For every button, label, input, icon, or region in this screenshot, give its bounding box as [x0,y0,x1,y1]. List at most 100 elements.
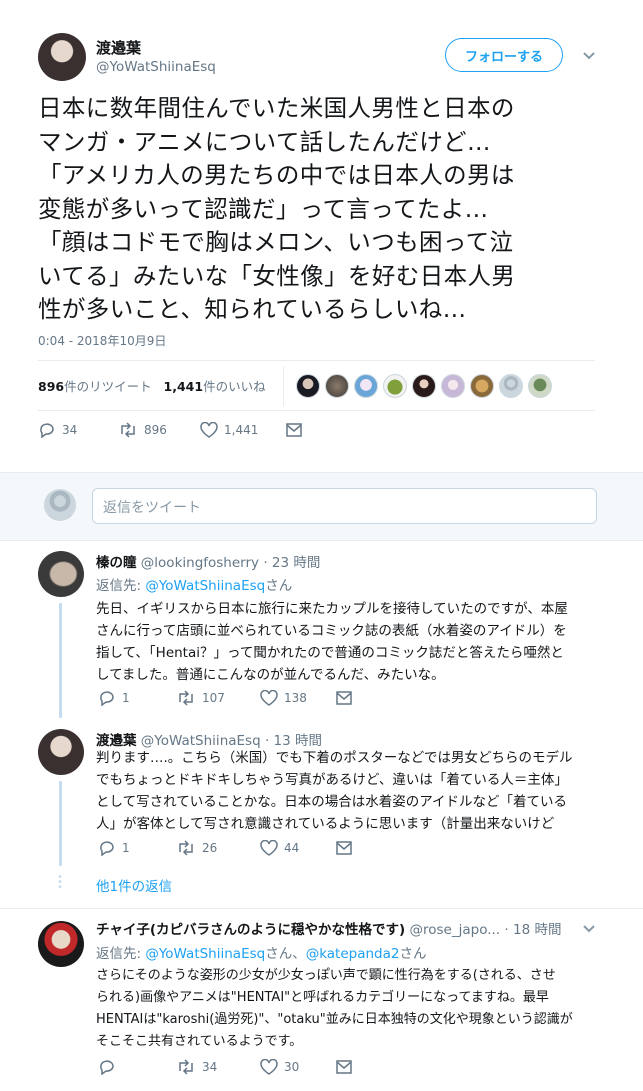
direct-message-button[interactable] [336,1060,352,1074]
retweet-icon [179,690,193,706]
reply-to-user-link[interactable]: @katepanda2 [306,946,400,962]
tweet-timestamp[interactable]: 0:04 - 2018年10月9日 [38,332,166,349]
retweets-label: 件のリツイート [64,379,152,394]
retweet-icon [121,422,135,438]
direct-message-button[interactable] [336,691,352,705]
reply-text: 先日、イギリスから日本に旅行に来たカップルを接待していたのですが、本屋 さんに行… [96,598,568,686]
liker-avatar[interactable] [296,374,320,398]
direct-message-button[interactable] [336,841,352,855]
reply-display-name[interactable]: 榛の瞳 [96,555,137,571]
author-avatar[interactable] [38,33,86,81]
retweet-count: 34 [202,1060,218,1074]
reply-button[interactable]: 1 [98,840,176,856]
retweets-stat[interactable]: 896件のリツイート [38,379,152,394]
reply-avatar[interactable] [38,921,84,967]
reply-input[interactable]: 返信をツイート [92,488,597,524]
like-count: 138 [284,691,307,705]
divider [0,540,643,541]
retweet-button[interactable]: 107 [176,690,260,706]
reply-to-prefix: 返信先: [96,578,146,594]
reply-handle[interactable]: @rose_japo... [410,922,501,938]
likes-stat[interactable]: 1,441件のいいね [164,379,266,394]
reply-text-line: 指して、「Hentai？」って聞かれたので普通のコミック誌だと答えたら唖然と [96,645,564,661]
reply-to-separator: さん、 [265,946,306,962]
liker-avatar[interactable] [499,374,523,398]
reply-text-line: そこそこ共有されているようです。 [96,1034,303,1049]
liker-avatar[interactable] [325,374,349,398]
tweet-text-line: 「顔はコドモで胸はメロン、いつも困って泣 [38,228,514,256]
liker-avatar[interactable] [354,374,378,398]
reply-to-user-link[interactable]: @YoWatShiinaEsq [145,946,265,962]
like-count: 30 [284,1060,300,1074]
my-avatar [44,489,76,521]
liker-avatar[interactable] [528,374,552,398]
envelope-icon [336,841,352,855]
reply-time[interactable]: · 18 時間 [504,922,561,938]
reply-icon [100,1060,114,1075]
tweet-text-line: マンガ・アニメについて話したんだけど… [38,127,491,156]
tweet-text-line: いてる」みたいな「女性像」を好む日本人男 [38,261,516,290]
reply-text-line: さらにそのような姿形の少女が少女っぽい声で顕に性行為をする(される、させ [96,968,556,983]
tweet-text: 日本に数年間住んでいた米国人男性と日本の マンガ・アニメについて話したんだけど…… [38,92,608,327]
divider [38,410,595,411]
reply-text-line: られる)画像やアニメは"HENTAI"と呼ばれるカテゴリーになってますね。最早 [96,990,549,1005]
reply-button[interactable] [98,1059,176,1075]
chevron-down-icon[interactable] [582,48,596,62]
like-button[interactable]: 44 [260,840,336,856]
reply-display-name[interactable]: チャイ子(カピバラさんのように穏やかな性格です) [96,922,405,938]
liker-avatar[interactable] [441,374,465,398]
like-button[interactable]: 138 [260,690,336,706]
liker-avatar[interactable] [383,374,407,398]
tweet-stats: 896件のリツイート 1,441件のいいね [38,376,266,395]
retweet-button[interactable]: 896 [118,422,200,438]
reply-header: 榛の瞳 @lookingfosherry · 23 時間 [96,551,320,571]
reply-to-user-link[interactable]: @YoWatShiinaEsq [145,578,265,594]
reply-count: 34 [62,423,78,437]
reply-button[interactable]: 1 [98,690,176,706]
reply-to: 返信先: @YoWatShiinaEsqさん [96,574,292,594]
chevron-down-icon[interactable] [582,921,596,935]
heart-icon [260,1059,278,1075]
reply-text-line: HENTAIは"karoshi(過労死)"、"otaku"並みに日本独特の文化や… [96,1012,573,1027]
reply-text: 判ります….。こちら（米国）でも下着のポスターなどでは男女どちらのモデル でもち… [96,747,573,835]
author-handle[interactable]: @YoWatShiinaEsq [96,59,216,75]
reply-count: 1 [122,841,130,855]
divider [0,908,643,909]
reply-handle[interactable]: @lookingfosherry [141,555,259,571]
direct-message-button[interactable] [286,423,302,437]
reply-actions: 34 30 [98,1059,352,1075]
divider [38,360,595,361]
reply-to-suffix: さん [399,946,427,962]
retweet-button[interactable]: 34 [176,1059,260,1075]
reply-button[interactable]: 34 [38,422,118,438]
reply-to: 返信先: @YoWatShiinaEsqさん、@katepanda2さん [96,942,427,962]
reply-icon [40,423,54,438]
reply-actions: 1 26 44 [98,840,352,856]
retweet-button[interactable]: 26 [176,840,260,856]
like-count: 44 [284,841,300,855]
reply-time[interactable]: · 23 時間 [263,555,320,571]
thread-line [59,603,62,718]
show-more-replies-link[interactable]: 他1件の返信 [96,875,172,895]
like-button[interactable]: 1,441 [200,422,286,438]
reply-text-line: 人」が客体として写され意識されているように思います（計量出来ないけど [96,816,555,832]
like-button[interactable]: 30 [260,1059,336,1075]
retweets-count: 896 [38,379,65,394]
reply-text-line: さんに行って店頭に並べられているコミック誌の表紙（水着姿のアイドル）を [96,623,567,639]
likes-label: 件のいいね [203,379,266,394]
reply-actions: 1 107 138 [98,690,352,706]
reply-avatar[interactable] [38,729,84,775]
reply-avatar[interactable] [38,551,84,597]
follow-button[interactable]: フォローする [445,38,563,72]
liker-avatar[interactable] [412,374,436,398]
tweet-text-line: 日本に数年間住んでいた米国人男性と日本の [38,94,515,122]
retweet-count: 896 [144,423,167,437]
likes-count: 1,441 [163,379,204,394]
author-display-name[interactable]: 渡邉葉 [96,37,141,58]
retweet-count: 107 [202,691,225,705]
thread-line [59,781,62,866]
reply-text-line: として写されていることかな。日本の場合は水着姿のアイドルなど「着ている [96,794,568,810]
tweet-text-line: 性が多いこと、知られているらしいね… [38,295,467,323]
reply-header: チャイ子(カピバラさんのように穏やかな性格です) @rose_japo... ·… [96,918,561,938]
liker-avatar[interactable] [470,374,494,398]
